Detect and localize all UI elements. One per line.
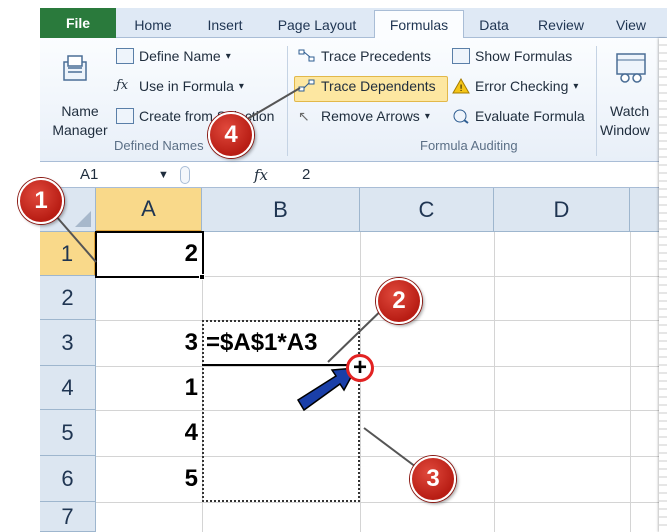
tab-review[interactable]: Review <box>524 12 598 38</box>
name-box[interactable]: A1 <box>40 162 170 188</box>
cell-a4[interactable]: 1 <box>96 366 202 410</box>
name-box-value: A1 <box>80 166 99 183</box>
row-header-4[interactable]: 4 <box>40 366 96 410</box>
formula-bar-input[interactable]: 2 <box>302 166 310 183</box>
watch-window-line1: Watch <box>610 103 650 119</box>
tab-page-layout[interactable]: Page Layout <box>260 12 374 38</box>
grid-line <box>630 232 631 532</box>
excel-window: File Home Insert Page Layout Formulas Da… <box>0 0 667 532</box>
error-checking-label: Error Checking <box>475 78 569 94</box>
fill-handle[interactable] <box>199 274 205 280</box>
row-header-2[interactable]: 2 <box>40 276 96 320</box>
name-manager-line1: Name <box>61 103 99 119</box>
tab-formulas[interactable]: Formulas <box>374 10 464 39</box>
remove-arrows-label: Remove Arrows <box>321 108 420 124</box>
trace-precedents-icon <box>298 48 316 64</box>
show-formulas-button[interactable]: Show Formulas <box>452 48 572 64</box>
formula-bar: A1 ▼ fx 2 <box>40 162 667 188</box>
chevron-down-icon[interactable]: ▼ <box>158 169 169 181</box>
define-name-label: Define Name <box>139 48 221 64</box>
cell-a5[interactable]: 4 <box>96 410 202 456</box>
use-in-formula-button[interactable]: ƒx Use in Formula ▾ <box>116 78 244 94</box>
evaluate-formula-icon <box>452 108 470 124</box>
callout-1: 1 <box>18 178 64 224</box>
active-cell-border <box>95 231 204 278</box>
trace-dependents-label: Trace Dependents <box>321 78 436 94</box>
select-all-triangle-icon <box>75 211 91 227</box>
chevron-down-icon: ▾ <box>238 80 244 92</box>
trace-dependents-button[interactable]: Trace Dependents <box>298 78 436 94</box>
tab-file[interactable]: File <box>40 8 116 38</box>
define-name-icon <box>116 48 134 64</box>
name-manager-line2: Manager <box>52 122 108 138</box>
row-header-6[interactable]: 6 <box>40 456 96 502</box>
use-in-formula-label: Use in Formula <box>139 78 234 94</box>
formula-underline <box>202 364 352 366</box>
column-header-b[interactable]: B <box>202 188 360 232</box>
callout-4: 4 <box>208 112 254 158</box>
insert-function-icon[interactable]: fx <box>254 166 268 184</box>
remove-arrows-button[interactable]: ↖ Remove Arrows ▾ <box>298 108 430 124</box>
ribbon-separator <box>287 46 288 156</box>
svg-text:!: ! <box>459 84 463 94</box>
create-from-selection-button[interactable]: Create from Selection <box>116 108 274 124</box>
show-formulas-label: Show Formulas <box>475 48 573 64</box>
row-header-7[interactable]: 7 <box>40 502 96 532</box>
trace-precedents-label: Trace Precedents <box>321 48 431 64</box>
name-manager-label: Name Manager <box>42 102 118 140</box>
row-header-5[interactable]: 5 <box>40 410 96 456</box>
tab-insert[interactable]: Insert <box>190 12 260 38</box>
defined-names-group-label: Defined Names <box>114 138 204 153</box>
watch-window-icon <box>616 53 646 83</box>
evaluate-formula-button[interactable]: Evaluate Formula <box>452 108 585 124</box>
torn-edge <box>659 38 667 532</box>
tab-data[interactable]: Data <box>464 12 524 38</box>
formula-auditing-group-label: Formula Auditing <box>420 138 518 153</box>
tab-home[interactable]: Home <box>116 12 190 38</box>
callout-2: 2 <box>376 278 422 324</box>
chevron-down-icon: ▾ <box>573 80 579 92</box>
watch-window-line2: Window <box>600 122 650 138</box>
warning-icon: ! <box>452 77 470 94</box>
trace-precedents-button[interactable]: Trace Precedents <box>298 48 431 64</box>
column-header-a[interactable]: A <box>96 188 202 232</box>
fill-handle-cursor: + <box>346 354 374 382</box>
chevron-down-icon: ▾ <box>424 110 430 122</box>
grid-line <box>360 232 361 532</box>
column-header-d[interactable]: D <box>494 188 630 232</box>
define-name-button[interactable]: Define Name ▾ <box>116 48 231 64</box>
grid-line <box>96 502 667 503</box>
ribbon-formulas: Name Manager Define Name ▾ ƒx Use in For… <box>40 38 667 162</box>
grid-line <box>494 232 495 532</box>
row-header-1[interactable]: 1 <box>40 232 96 276</box>
show-formulas-icon <box>452 48 470 64</box>
marching-ants-range <box>202 320 360 502</box>
ribbon-tab-bar: File Home Insert Page Layout Formulas Da… <box>40 8 667 39</box>
error-checking-button[interactable]: ! Error Checking ▾ <box>452 77 579 94</box>
cell-a3[interactable]: 3 <box>96 320 202 366</box>
chevron-down-icon: ▾ <box>225 50 231 62</box>
callout-3: 3 <box>410 456 456 502</box>
create-from-selection-icon <box>116 108 134 124</box>
formula-bar-splitter[interactable] <box>180 166 190 184</box>
ribbon-separator <box>596 46 597 156</box>
remove-arrows-icon: ↖ <box>298 108 310 124</box>
tab-view[interactable]: View <box>598 12 664 38</box>
column-header-c[interactable]: C <box>360 188 494 232</box>
name-manager-icon <box>63 55 87 81</box>
fx-small-icon: ƒx <box>116 78 129 93</box>
excel-stage: File Home Insert Page Layout Formulas Da… <box>40 8 667 532</box>
create-from-selection-label: Create from Selection <box>139 108 275 124</box>
row-header-3[interactable]: 3 <box>40 320 96 366</box>
evaluate-formula-label: Evaluate Formula <box>475 108 585 124</box>
cell-a6[interactable]: 5 <box>96 456 202 502</box>
trace-dependents-icon <box>298 78 316 94</box>
watch-window-label: Watch Window <box>600 102 667 140</box>
